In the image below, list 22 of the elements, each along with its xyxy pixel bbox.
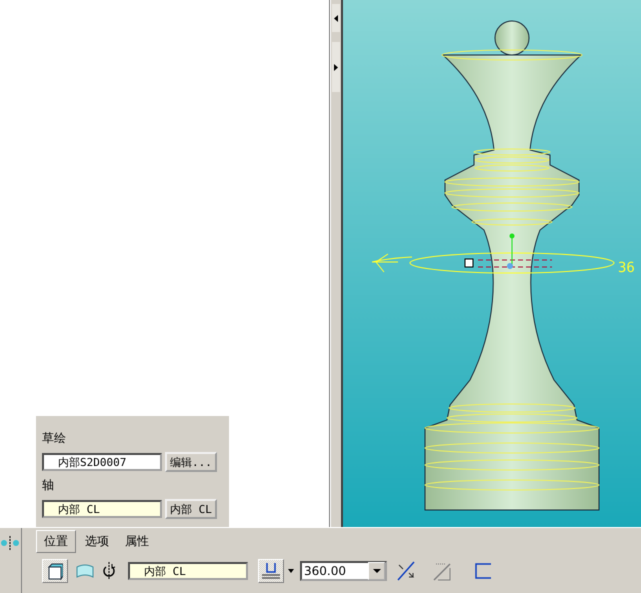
axis-label: 轴: [42, 477, 55, 494]
caret-icon[interactable]: [372, 569, 380, 573]
thicken-icon[interactable]: [433, 561, 451, 581]
solid-icon[interactable]: [47, 562, 63, 580]
sketch-field[interactable]: 内部S2D0007: [42, 453, 162, 471]
sketch-label: 草绘: [42, 430, 67, 447]
edit-button[interactable]: 编辑...: [165, 452, 217, 472]
axis-field[interactable]: 内部 CL: [128, 562, 248, 580]
axis-button[interactable]: 内部 CL: [165, 499, 217, 519]
solid-toggle[interactable]: [42, 559, 68, 583]
axis-field[interactable]: 内部 CL: [42, 500, 162, 518]
flip-direction-icon[interactable]: [397, 561, 415, 581]
surface-icon[interactable]: [76, 564, 94, 578]
angle-option-button[interactable]: [258, 559, 284, 583]
tab[interactable]: 选项: [78, 530, 116, 553]
tab[interactable]: 属性: [118, 530, 156, 553]
caret-icon[interactable]: [288, 569, 296, 573]
angle-combobox[interactable]: 360.00: [300, 561, 387, 581]
axis-points-icon[interactable]: [0, 536, 20, 550]
remove-material-icon[interactable]: [475, 563, 491, 579]
tab[interactable]: 位置: [36, 530, 76, 553]
flip-icon[interactable]: [102, 562, 116, 580]
